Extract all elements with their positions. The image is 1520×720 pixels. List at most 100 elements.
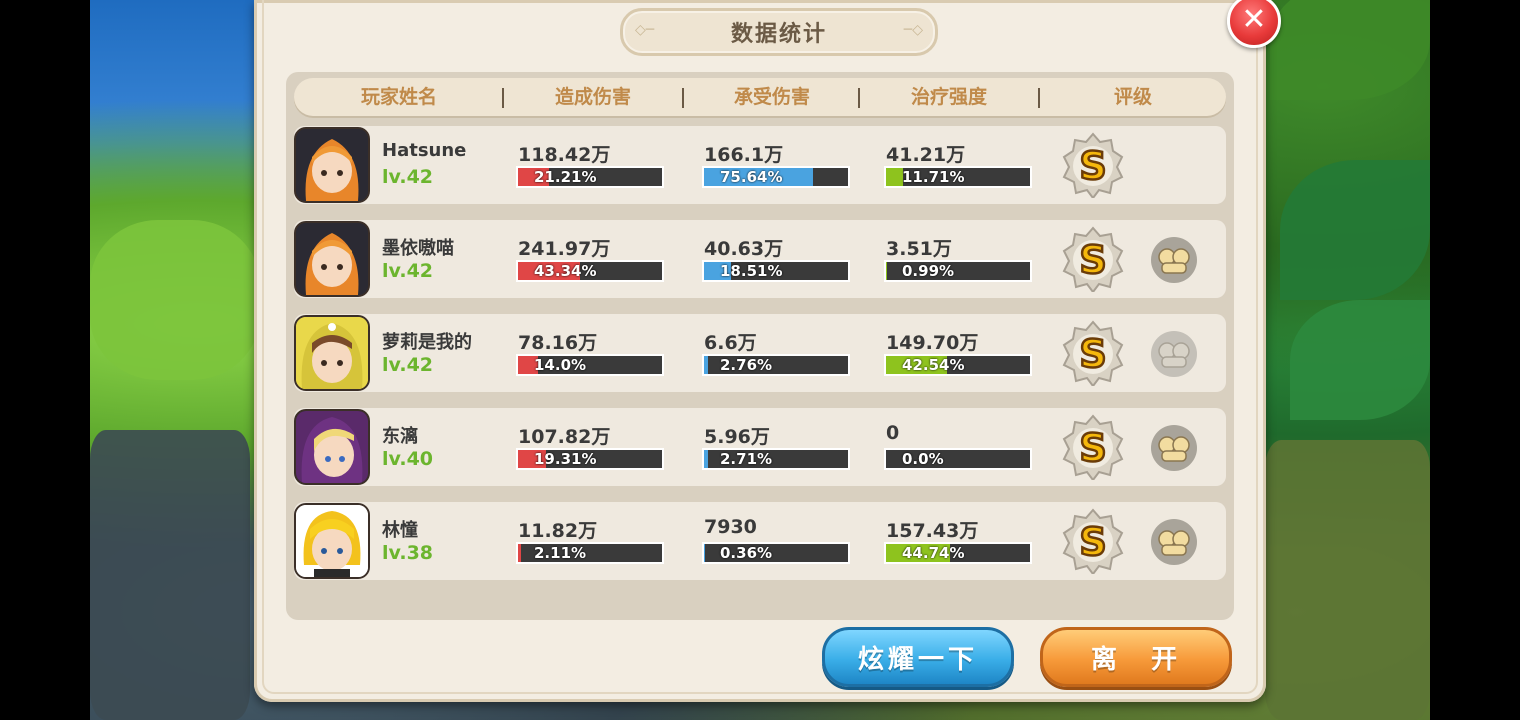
damage-taken-percent: 2.76%	[720, 356, 773, 374]
player-level: lv.42	[382, 260, 434, 282]
grade-badge: S	[1062, 226, 1124, 292]
table-row: 萝莉是我的 lv.42 78.16万 14.0% 6.6万 2.76% 149.…	[294, 314, 1226, 392]
damage-taken-value: 40.63万	[704, 238, 784, 260]
avatar[interactable]	[294, 221, 370, 297]
damage-dealt-value: 107.82万	[518, 426, 611, 448]
damage-taken-fill	[704, 356, 708, 374]
damage-dealt-bar: 19.31%	[516, 448, 664, 470]
table-row: 东漓 lv.40 107.82万 19.31% 5.96万 2.71% 0 0.…	[294, 408, 1226, 486]
healing-fill	[886, 262, 888, 280]
player-name: 林憧	[382, 520, 418, 541]
damage-dealt-bar: 2.11%	[516, 542, 664, 564]
table-header: 玩家姓名 造成伤害 承受伤害 治疗强度 评级	[294, 78, 1226, 116]
header-damage-taken: 承受伤害	[733, 86, 810, 108]
page-title: 数据统计	[730, 22, 827, 47]
healing-value: 3.51万	[886, 238, 952, 260]
header-damage-dealt: 造成伤害	[554, 86, 631, 108]
healing-bar: 42.54%	[884, 354, 1032, 376]
table-row: 墨依嗷喵 lv.42 241.97万 43.34% 40.63万 18.51% …	[294, 220, 1226, 298]
thumbs-up-icon	[1158, 530, 1190, 556]
avatar[interactable]	[294, 409, 370, 485]
damage-taken-bar: 2.71%	[702, 448, 850, 470]
healing-bar: 0.0%	[884, 448, 1032, 470]
healing-value: 0	[886, 422, 900, 444]
header-healing: 治疗强度	[910, 86, 987, 108]
damage-dealt-bar: 21.21%	[516, 166, 664, 188]
grade-badge: S	[1062, 414, 1124, 480]
damage-dealt-fill	[518, 544, 522, 562]
header-grade: 评级	[1113, 86, 1152, 108]
damage-taken-percent: 18.51%	[720, 262, 783, 280]
close-icon: ✕	[1241, 2, 1267, 37]
player-level: lv.38	[382, 542, 434, 564]
damage-taken-fill	[704, 450, 708, 468]
healing-percent: 0.99%	[902, 262, 955, 280]
healing-percent: 44.74%	[902, 544, 965, 562]
header-player-name: 玩家姓名	[360, 86, 437, 108]
damage-taken-bar: 75.64%	[702, 166, 850, 188]
stats-table: 玩家姓名 造成伤害 承受伤害 治疗强度 评级 Hatsune lv.42 118…	[286, 72, 1234, 620]
avatar[interactable]	[294, 503, 370, 579]
damage-dealt-value: 78.16万	[518, 332, 598, 354]
ornament-right-icon: ─◇	[903, 22, 923, 38]
healing-bar: 11.71%	[884, 166, 1032, 188]
damage-taken-bar: 2.76%	[702, 354, 850, 376]
player-level: lv.42	[382, 354, 434, 376]
damage-dealt-value: 11.82万	[518, 520, 598, 542]
damage-taken-percent: 0.36%	[720, 544, 773, 562]
player-level: lv.40	[382, 448, 434, 470]
title-plate: ◇─ 数据统计 ─◇	[620, 8, 938, 56]
thumbs-up-icon	[1158, 342, 1190, 368]
grade-badge: S	[1062, 132, 1124, 198]
damage-dealt-bar: 14.0%	[516, 354, 664, 376]
like-button[interactable]	[1151, 425, 1197, 471]
table-row: Hatsune lv.42 118.42万 21.21% 166.1万 75.6…	[294, 126, 1226, 204]
healing-value: 157.43万	[886, 520, 979, 542]
table-row: 林憧 lv.38 11.82万 2.11% 7930 0.36% 157.43万…	[294, 502, 1226, 580]
damage-taken-percent: 2.71%	[720, 450, 773, 468]
player-level: lv.42	[382, 166, 434, 188]
svg-text:S: S	[1079, 144, 1106, 188]
like-button[interactable]	[1151, 331, 1197, 377]
damage-taken-value: 166.1万	[704, 144, 784, 166]
damage-dealt-value: 241.97万	[518, 238, 611, 260]
damage-dealt-percent: 14.0%	[534, 356, 587, 374]
avatar[interactable]	[294, 315, 370, 391]
like-button[interactable]	[1151, 237, 1197, 283]
player-name: 墨依嗷喵	[382, 238, 454, 259]
healing-percent: 11.71%	[902, 168, 965, 186]
damage-taken-bar: 18.51%	[702, 260, 850, 282]
svg-text:S: S	[1079, 520, 1106, 564]
damage-dealt-value: 118.42万	[518, 144, 611, 166]
damage-taken-percent: 75.64%	[720, 168, 783, 186]
leave-button[interactable]: 离 开	[1040, 627, 1232, 687]
healing-value: 41.21万	[886, 144, 966, 166]
ornament-left-icon: ◇─	[635, 22, 655, 38]
healing-percent: 0.0%	[902, 450, 944, 468]
thumbs-up-icon	[1158, 436, 1190, 462]
damage-taken-value: 5.96万	[704, 426, 770, 448]
svg-text:S: S	[1079, 332, 1106, 376]
healing-bar: 0.99%	[884, 260, 1032, 282]
grade-badge: S	[1062, 508, 1124, 574]
damage-dealt-bar: 43.34%	[516, 260, 664, 282]
damage-taken-value: 6.6万	[704, 332, 757, 354]
healing-value: 149.70万	[886, 332, 979, 354]
damage-dealt-percent: 21.21%	[534, 168, 597, 186]
healing-fill	[886, 168, 903, 186]
thumbs-up-icon	[1158, 248, 1190, 274]
grade-badge: S	[1062, 320, 1124, 386]
show-off-button[interactable]: 炫耀一下	[822, 627, 1014, 687]
damage-dealt-percent: 19.31%	[534, 450, 597, 468]
healing-percent: 42.54%	[902, 356, 965, 374]
player-name: Hatsune	[382, 140, 467, 161]
svg-text:S: S	[1079, 426, 1106, 470]
damage-taken-bar: 0.36%	[702, 542, 850, 564]
damage-taken-fill	[704, 544, 705, 562]
like-button[interactable]	[1151, 519, 1197, 565]
healing-bar: 44.74%	[884, 542, 1032, 564]
damage-dealt-percent: 2.11%	[534, 544, 587, 562]
avatar[interactable]	[294, 127, 370, 203]
damage-dealt-percent: 43.34%	[534, 262, 597, 280]
player-name: 东漓	[382, 426, 418, 447]
